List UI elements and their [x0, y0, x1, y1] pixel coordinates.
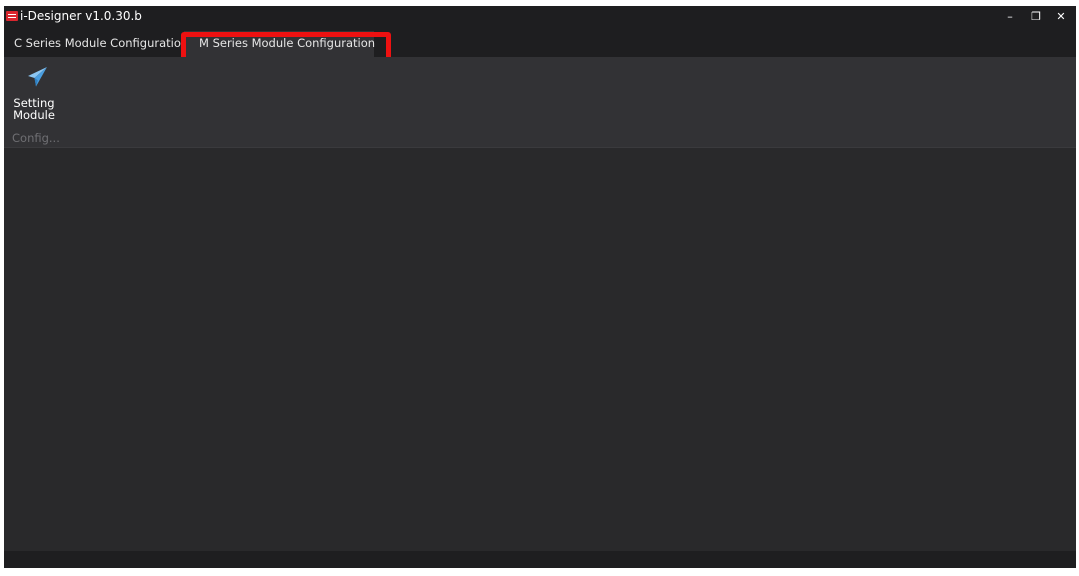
ribbon-group-label: Config... — [12, 131, 60, 145]
minimize-button[interactable]: – — [996, 6, 1024, 27]
setting-module-button[interactable]: Setting Module — [8, 63, 60, 129]
title-bar: i-Designer v1.0.30.b – ❐ ✕ — [4, 6, 1076, 27]
restore-button[interactable]: ❐ — [1022, 6, 1050, 27]
tab-m-series-module-configuration[interactable]: M Series Module Configuration — [184, 31, 375, 57]
status-bar — [4, 551, 1076, 568]
ribbon-toolbar: Setting Module Config... — [4, 57, 1076, 148]
app-window: i-Designer v1.0.30.b – ❐ ✕ C Series Modu… — [4, 6, 1076, 568]
close-button[interactable]: ✕ — [1047, 6, 1075, 27]
tab-bar: C Series Module Configuration M Series M… — [4, 27, 1076, 87]
paper-plane-icon — [28, 67, 47, 87]
tab-c-series-module-configuration[interactable]: C Series Module Configuration — [6, 31, 196, 57]
main-workspace — [4, 148, 1076, 551]
setting-module-label: Setting Module — [13, 96, 55, 122]
app-logo-icon — [6, 11, 18, 21]
window-title: i-Designer v1.0.30.b — [20, 9, 142, 23]
